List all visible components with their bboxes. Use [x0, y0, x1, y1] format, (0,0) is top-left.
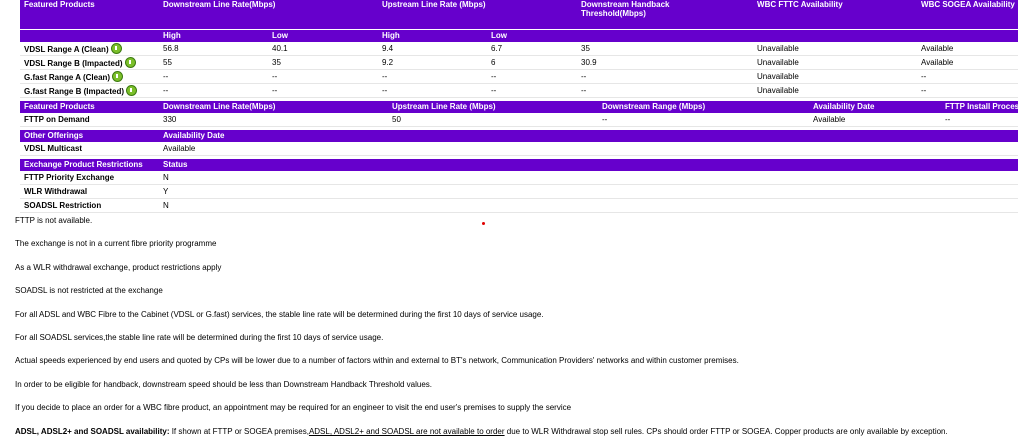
table-header: Other Offerings Availability Date: [20, 128, 1018, 142]
note-soadsl-line-rate: For all SOADSL services,the stable line …: [15, 333, 384, 342]
table-row: FTTP on Demand 330 50 -- Available --: [20, 112, 1018, 127]
table-subheader: High Low High Low: [20, 28, 1019, 42]
red-dot-marker: [482, 222, 485, 225]
info-icon[interactable]: [126, 84, 138, 96]
table-row: FTTP Priority Exchange N: [20, 170, 1018, 185]
col-handback-threshold: Downstream Handback Threshold(Mbps): [577, 0, 754, 29]
note-wlr-withdrawal: As a WLR withdrawal exchange, product re…: [15, 263, 222, 272]
note-fttp: FTTP is not available.: [15, 216, 93, 225]
other-offerings-table: Other Offerings Availability Date VDSL M…: [20, 128, 1018, 156]
table-row: VDSL Range B (Impacted) 55 35 9.2 6 30.9…: [20, 55, 1019, 70]
note-stable-line-rate: For all ADSL and WBC Fibre to the Cabine…: [15, 310, 544, 319]
table-header: Exchange Product Restrictions Status: [20, 157, 1018, 171]
note-handback: In order to be eligible for handback, do…: [15, 380, 432, 389]
table-row: VDSL Range A (Clean) 56.8 40.1 9.4 6.7 3…: [20, 41, 1019, 56]
table-row: WLR Withdrawal Y: [20, 184, 1018, 199]
featured-products-table: Featured Products Downstream Line Rate(M…: [20, 0, 1019, 98]
sub-low: Low: [268, 28, 378, 42]
note-adsl-availability: ADSL, ADSL2+ and SOADSL availability: If…: [15, 427, 948, 436]
sub-low: Low: [487, 28, 578, 42]
table-header: Featured Products Downstream Line Rate(M…: [20, 99, 1018, 113]
exchange-restrictions-table: Exchange Product Restrictions Status FTT…: [20, 157, 1018, 213]
sub-high: High: [159, 28, 268, 42]
col-sogea-availability: WBC SOGEA Availability: [917, 0, 1019, 29]
table-header: Featured Products Downstream Line Rate(M…: [20, 0, 1019, 29]
note-fibre-priority: The exchange is not in a current fibre p…: [15, 239, 217, 248]
fttp-table: Featured Products Downstream Line Rate(M…: [20, 99, 1018, 127]
info-icon[interactable]: [124, 56, 136, 68]
col-fttc-availability: WBC FTTC Availability: [753, 0, 918, 29]
table-row: G.fast Range B (Impacted) -- -- -- -- --…: [20, 83, 1019, 98]
info-icon[interactable]: [112, 70, 124, 82]
note-appointment: If you decide to place an order for a WB…: [15, 403, 572, 412]
col-downstream-rate: Downstream Line Rate(Mbps): [159, 0, 378, 29]
table-row: SOADSL Restriction N: [20, 198, 1018, 213]
sub-high: High: [378, 28, 487, 42]
availability-tables: Featured Products Downstream Line Rate(M…: [20, 0, 1019, 213]
table-row: G.fast Range A (Clean) -- -- -- -- -- Un…: [20, 69, 1019, 84]
col-featured-products: Featured Products: [20, 0, 159, 29]
col-upstream-rate: Upstream Line Rate (Mbps): [378, 0, 578, 29]
info-icon[interactable]: [110, 42, 122, 54]
note-actual-speeds: Actual speeds experienced by end users a…: [15, 356, 739, 365]
note-soadsl: SOADSL is not restricted at the exchange: [15, 286, 163, 295]
table-row: VDSL Multicast Available: [20, 141, 1018, 156]
